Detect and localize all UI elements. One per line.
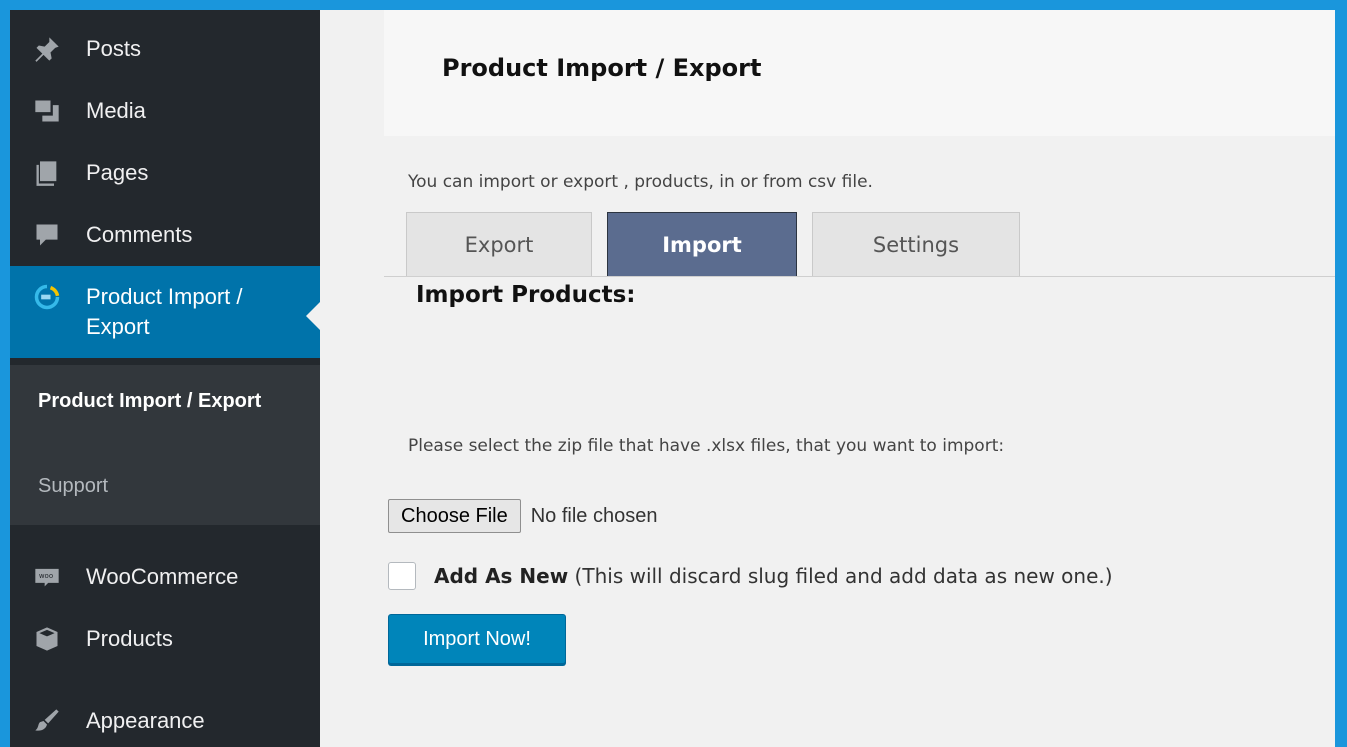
svg-text:woo: woo xyxy=(39,572,53,580)
sidebar-item-label: Product Import / Export xyxy=(86,284,243,339)
pages-icon xyxy=(30,156,64,190)
main-content: Product Import / Export You can import o… xyxy=(320,10,1335,747)
submenu-item-product-import-export[interactable]: Product Import / Export xyxy=(38,385,278,417)
tab-settings[interactable]: Settings xyxy=(812,212,1020,276)
add-as-new-row: Add As New (This will discard slug filed… xyxy=(388,562,1113,590)
sidebar-item-label: Comments xyxy=(86,222,193,247)
sidebar-item-product-import-export[interactable]: Product Import / Export xyxy=(10,266,320,358)
import-export-icon xyxy=(30,280,64,314)
sidebar-item-appearance[interactable]: Appearance xyxy=(10,692,320,747)
app-frame: Posts Media Pages Comments Product Impor… xyxy=(10,10,1335,747)
file-status: No file chosen xyxy=(530,504,658,527)
sidebar-item-products[interactable]: Products xyxy=(10,610,320,668)
comment-icon xyxy=(30,218,64,252)
brush-icon xyxy=(30,704,64,738)
sidebar-submenu: Product Import / Export Support xyxy=(10,365,320,525)
pin-icon xyxy=(30,32,64,66)
sidebar-item-label: Posts xyxy=(86,36,142,61)
sidebar-item-woocommerce[interactable]: woo WooCommerce xyxy=(10,548,320,606)
sidebar-item-label: Pages xyxy=(86,160,149,185)
import-now-button[interactable]: Import Now! xyxy=(388,614,566,664)
add-as-new-label-note: (This will discard slug filed and add da… xyxy=(568,564,1113,588)
sidebar-item-comments[interactable]: Comments xyxy=(10,206,320,264)
tabs-divider xyxy=(384,276,1335,277)
page-description: You can import or export , products, in … xyxy=(408,172,873,192)
sidebar-item-label: WooCommerce xyxy=(86,564,239,589)
woo-icon: woo xyxy=(30,560,64,594)
sidebar-item-label: Appearance xyxy=(86,708,205,733)
sidebar-item-label: Products xyxy=(86,626,173,651)
sidebar-item-label: Media xyxy=(86,98,146,123)
sidebar-item-posts[interactable]: Posts xyxy=(10,20,320,78)
add-as-new-checkbox[interactable] xyxy=(388,562,416,590)
file-input: Choose File No file chosen xyxy=(388,499,657,533)
sidebar-item-media[interactable]: Media xyxy=(10,82,320,140)
add-as-new-label: Add As New (This will discard slug filed… xyxy=(434,564,1113,588)
tab-import[interactable]: Import xyxy=(607,212,797,276)
admin-sidebar: Posts Media Pages Comments Product Impor… xyxy=(10,10,320,747)
tab-export[interactable]: Export xyxy=(406,212,592,276)
media-icon xyxy=(30,94,64,128)
choose-file-button[interactable]: Choose File xyxy=(388,499,521,533)
box-icon xyxy=(30,622,64,656)
sidebar-item-pages[interactable]: Pages xyxy=(10,144,320,202)
submenu-item-support[interactable]: Support xyxy=(38,475,108,498)
add-as-new-label-bold: Add As New xyxy=(434,564,569,588)
section-heading: Import Products: xyxy=(416,282,636,308)
file-select-prompt: Please select the zip file that have .xl… xyxy=(408,436,1005,456)
active-indicator xyxy=(306,302,320,330)
page-title: Product Import / Export xyxy=(442,54,762,82)
